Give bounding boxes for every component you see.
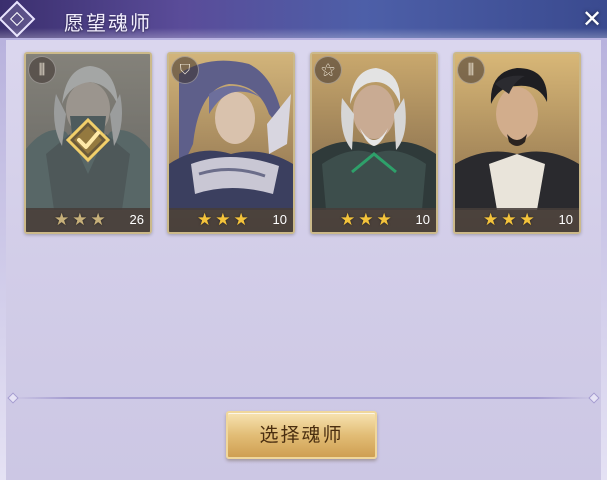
soul-master-card-1[interactable]: ⫼ ★★★ 26 [24,52,152,234]
divider-ornament [7,392,19,404]
frame-right [601,40,607,480]
divider-ornament [588,392,600,404]
divider-line [12,397,595,399]
star-rating: ★★★ [483,210,538,230]
soul-master-card-list: ⫼ ★★★ 26 ⛉ ★★★ 10 ⚝ ★★★ 10 ⫼ ★★★ 10 [24,52,584,234]
frame-left [0,40,6,480]
diamond-emblem-icon [0,0,36,38]
tuning-fork-icon: ⫼ [457,56,485,84]
level-label: 10 [272,212,287,227]
check-badge-icon [66,118,110,162]
dialog-title: 愿望魂师 [64,11,152,35]
bird-icon: ⚝ [314,56,342,84]
star-rating: ★★★ [54,210,109,230]
dialog-title-bar: 愿望魂师 ✕ [0,0,607,40]
star-rating: ★★★ [197,210,252,230]
level-label: 10 [558,212,573,227]
close-icon[interactable]: ✕ [577,2,607,36]
shield-icon: ⛉ [171,56,199,84]
soul-master-card-2[interactable]: ⛉ ★★★ 10 [167,52,295,234]
star-rating: ★★★ [340,210,395,230]
level-label: 10 [415,212,430,227]
select-soul-master-button[interactable]: 选择魂师 [226,411,377,459]
level-label: 26 [129,212,144,227]
soul-master-card-3[interactable]: ⚝ ★★★ 10 [310,52,438,234]
soul-master-card-4[interactable]: ⫼ ★★★ 10 [453,52,581,234]
tuning-fork-icon: ⫼ [28,56,56,84]
